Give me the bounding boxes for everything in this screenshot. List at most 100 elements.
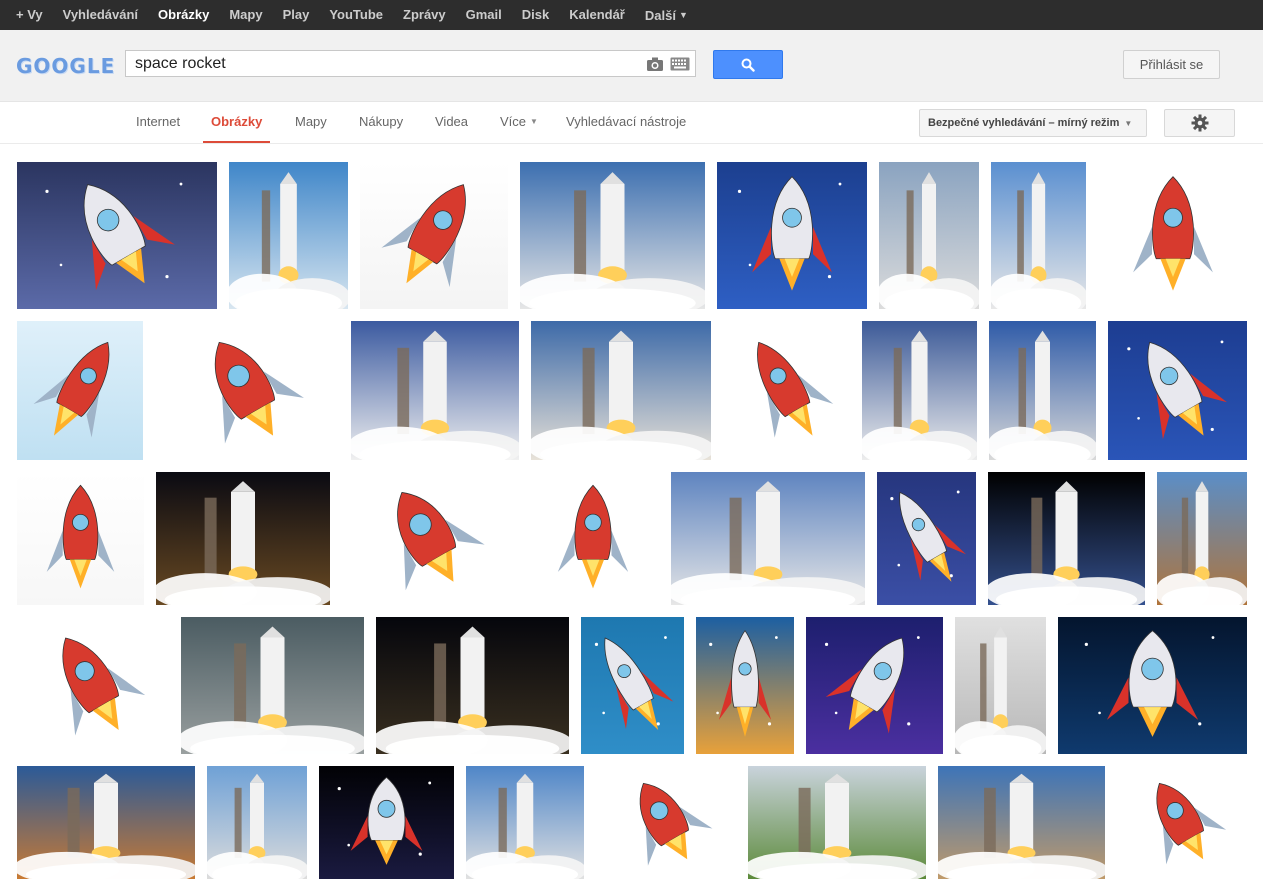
image-result-thumbnail[interactable] xyxy=(1058,617,1247,754)
topbar-link-more[interactable]: Další ▼ xyxy=(635,0,698,31)
image-result-thumbnail[interactable] xyxy=(17,162,217,309)
image-result-thumbnail[interactable] xyxy=(229,162,348,309)
image-result-thumbnail[interactable] xyxy=(862,321,977,460)
rocket-image xyxy=(342,472,515,605)
rocket-image xyxy=(1157,472,1247,605)
image-result-thumbnail[interactable] xyxy=(1157,472,1247,605)
image-result-thumbnail[interactable] xyxy=(877,472,976,605)
google-logo[interactable]: GOOGLE xyxy=(16,54,116,78)
rocket-image xyxy=(520,162,705,309)
image-result-thumbnail[interactable] xyxy=(527,472,659,605)
tab-images[interactable]: Obrázky xyxy=(203,102,271,143)
keyboard-icon[interactable] xyxy=(670,57,690,71)
rocket-image xyxy=(17,472,144,605)
tab-shopping[interactable]: Nákupy xyxy=(351,102,411,142)
image-result-thumbnail[interactable] xyxy=(531,321,711,460)
safe-search-dropdown[interactable]: Bezpečné vyhledávání – mírný režim ▼ xyxy=(919,109,1147,137)
rocket-image xyxy=(319,766,454,879)
image-result-thumbnail[interactable] xyxy=(155,321,339,460)
rocket-image xyxy=(1058,617,1247,754)
settings-button[interactable] xyxy=(1164,109,1235,137)
image-result-thumbnail[interactable] xyxy=(879,162,979,309)
search-input[interactable] xyxy=(135,54,635,74)
rocket-image xyxy=(1098,162,1248,309)
camera-icon[interactable] xyxy=(646,56,664,72)
rocket-image xyxy=(207,766,307,879)
tab-videos[interactable]: Videa xyxy=(427,102,476,142)
image-result-thumbnail[interactable] xyxy=(520,162,705,309)
image-result-thumbnail[interactable] xyxy=(17,472,144,605)
image-result-thumbnail[interactable] xyxy=(806,617,943,754)
topbar-link-plus-you[interactable]: + Vy xyxy=(0,0,53,30)
image-result-thumbnail[interactable] xyxy=(17,766,195,879)
rocket-image xyxy=(862,321,977,460)
image-result-thumbnail[interactable] xyxy=(360,162,508,309)
topbar-link-images[interactable]: Obrázky xyxy=(148,0,219,30)
rocket-image xyxy=(156,472,330,605)
image-result-thumbnail[interactable] xyxy=(991,162,1086,309)
rocket-image xyxy=(671,472,865,605)
rocket-image xyxy=(717,162,867,309)
image-result-thumbnail[interactable] xyxy=(596,766,736,879)
rocket-image xyxy=(1117,766,1247,879)
image-result-thumbnail[interactable] xyxy=(723,321,850,460)
topbar-link-gmail[interactable]: Gmail xyxy=(456,0,512,30)
search-box xyxy=(125,50,696,77)
rocket-image xyxy=(596,766,736,879)
tab-more[interactable]: Více ▼ xyxy=(492,102,546,142)
tab-more-label: Více xyxy=(500,114,527,129)
image-result-thumbnail[interactable] xyxy=(466,766,584,879)
image-result-thumbnail[interactable] xyxy=(671,472,865,605)
topbar-link-calendar[interactable]: Kalendář xyxy=(559,0,635,30)
rocket-image xyxy=(17,321,143,460)
rocket-image xyxy=(991,162,1086,309)
image-result-thumbnail[interactable] xyxy=(376,617,569,754)
search-header: GOOGLE Přihlásit se xyxy=(0,30,1263,102)
rocket-image xyxy=(531,321,711,460)
image-result-thumbnail[interactable] xyxy=(1117,766,1247,879)
topbar-link-drive[interactable]: Disk xyxy=(512,0,559,30)
image-result-thumbnail[interactable] xyxy=(581,617,684,754)
tab-maps[interactable]: Mapy xyxy=(287,102,335,142)
sign-in-button[interactable]: Přihlásit se xyxy=(1123,50,1220,79)
rocket-image xyxy=(581,617,684,754)
topbar-link-search[interactable]: Vyhledávání xyxy=(53,0,148,30)
image-result-thumbnail[interactable] xyxy=(955,617,1046,754)
image-result-thumbnail[interactable] xyxy=(988,472,1145,605)
topbar-link-youtube[interactable]: YouTube xyxy=(319,0,393,30)
image-result-thumbnail[interactable] xyxy=(207,766,307,879)
image-result-thumbnail[interactable] xyxy=(17,617,169,754)
chevron-down-icon: ▼ xyxy=(1124,118,1133,128)
image-result-thumbnail[interactable] xyxy=(319,766,454,879)
rocket-image xyxy=(938,766,1105,879)
rocket-image xyxy=(877,472,976,605)
logo-text: GOOGLE xyxy=(16,54,116,78)
image-result-thumbnail[interactable] xyxy=(717,162,867,309)
image-result-thumbnail[interactable] xyxy=(342,472,515,605)
rocket-image xyxy=(229,162,348,309)
chevron-down-icon: ▼ xyxy=(530,117,538,126)
image-result-thumbnail[interactable] xyxy=(156,472,330,605)
image-result-thumbnail[interactable] xyxy=(351,321,519,460)
rocket-image xyxy=(988,472,1145,605)
rocket-image xyxy=(181,617,364,754)
image-result-thumbnail[interactable] xyxy=(938,766,1105,879)
topbar-link-play[interactable]: Play xyxy=(273,0,320,30)
image-result-thumbnail[interactable] xyxy=(1098,162,1248,309)
topbar-more-label: Další xyxy=(644,7,676,23)
image-result-thumbnail[interactable] xyxy=(1108,321,1247,460)
tab-internet[interactable]: Internet xyxy=(128,102,188,142)
rocket-image xyxy=(17,162,217,309)
image-result-thumbnail[interactable] xyxy=(696,617,794,754)
search-button[interactable] xyxy=(713,50,783,79)
image-result-thumbnail[interactable] xyxy=(17,321,143,460)
image-result-thumbnail[interactable] xyxy=(181,617,364,754)
image-result-thumbnail[interactable] xyxy=(748,766,926,879)
topbar-link-maps[interactable]: Mapy xyxy=(219,0,272,30)
tab-search-tools[interactable]: Vyhledávací nástroje xyxy=(558,102,694,142)
rocket-image xyxy=(527,472,659,605)
topbar-link-news[interactable]: Zprávy xyxy=(393,0,456,30)
rocket-image xyxy=(1108,321,1247,460)
rocket-image xyxy=(376,617,569,754)
image-result-thumbnail[interactable] xyxy=(989,321,1096,460)
